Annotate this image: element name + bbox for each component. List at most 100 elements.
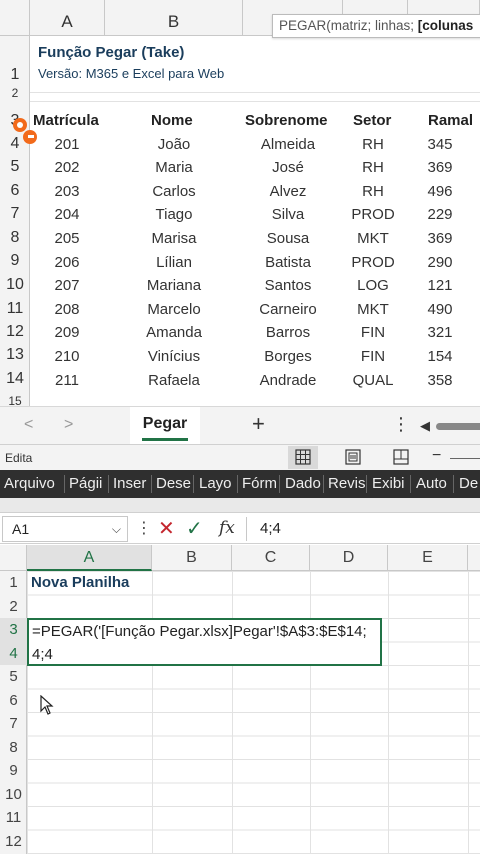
- table-cell[interactable]: 205: [32, 230, 102, 247]
- ribbon-tab-dados[interactable]: Dado: [285, 470, 323, 498]
- table-cell[interactable]: Vinícius: [114, 348, 234, 365]
- zoom-slider[interactable]: [450, 458, 480, 459]
- top-row-num[interactable]: 11: [0, 300, 30, 318]
- header-sobrenome[interactable]: Sobrenome: [245, 112, 328, 129]
- bottom-col-e[interactable]: E: [388, 545, 468, 571]
- table-cell[interactable]: Batista: [233, 254, 343, 271]
- header-nome[interactable]: Nome: [151, 112, 193, 129]
- bottom-row-num[interactable]: 4: [0, 641, 27, 665]
- table-cell[interactable]: PROD: [343, 206, 403, 223]
- table-cell[interactable]: 121: [410, 277, 470, 294]
- table-cell[interactable]: 490: [410, 301, 470, 318]
- top-row-num[interactable]: 2: [0, 86, 30, 100]
- horizontal-scrollbar[interactable]: [436, 423, 480, 430]
- table-cell[interactable]: RH: [343, 159, 403, 176]
- sheet-title[interactable]: Função Pegar (Take): [38, 44, 184, 61]
- table-cell[interactable]: 209: [32, 324, 102, 341]
- table-cell[interactable]: João: [114, 136, 234, 153]
- ribbon-tab-pagina[interactable]: Págii: [69, 470, 107, 498]
- ribbon-tab-revisao[interactable]: Revis: [328, 470, 365, 498]
- table-cell[interactable]: Andrade: [233, 372, 343, 389]
- table-cell[interactable]: Barros: [233, 324, 343, 341]
- table-cell[interactable]: 204: [32, 206, 102, 223]
- table-cell[interactable]: FIN: [343, 324, 403, 341]
- table-cell[interactable]: Silva: [233, 206, 343, 223]
- table-cell[interactable]: 496: [410, 183, 470, 200]
- table-cell[interactable]: Rafaela: [114, 372, 234, 389]
- confirm-entry-icon[interactable]: ✓: [186, 516, 203, 541]
- name-box[interactable]: A1 ⌵: [2, 516, 128, 542]
- insert-function-icon[interactable]: fx: [219, 518, 235, 538]
- ribbon-tab-formulas[interactable]: Fórm: [242, 470, 278, 498]
- top-row-num[interactable]: 10: [0, 276, 30, 294]
- bottom-row-num[interactable]: 12: [0, 830, 27, 854]
- bottom-col-b[interactable]: B: [152, 545, 232, 571]
- header-ramal[interactable]: Ramal: [428, 112, 473, 129]
- header-matricula[interactable]: Matrícula: [33, 112, 99, 129]
- ribbon-tab-inserir[interactable]: Inser: [113, 470, 150, 498]
- table-cell[interactable]: 210: [32, 348, 102, 365]
- chevron-down-icon[interactable]: ⌵: [112, 517, 121, 541]
- cell-a1-nova-planilha[interactable]: Nova Planilha: [31, 574, 129, 591]
- bottom-row-num[interactable]: 2: [0, 595, 27, 619]
- table-cell[interactable]: Santos: [233, 277, 343, 294]
- ribbon-tab-exibir[interactable]: Exibi: [372, 470, 410, 498]
- select-all-corner[interactable]: [0, 0, 30, 36]
- table-cell[interactable]: 211: [32, 372, 102, 389]
- table-cell[interactable]: 201: [32, 136, 102, 153]
- table-cell[interactable]: FIN: [343, 348, 403, 365]
- top-row-num[interactable]: 8: [0, 229, 30, 247]
- table-cell[interactable]: Borges: [233, 348, 343, 365]
- formula-input[interactable]: 4;4: [260, 520, 281, 537]
- table-cell[interactable]: 369: [410, 230, 470, 247]
- top-row-num[interactable]: 13: [0, 346, 30, 364]
- sheet-subtitle[interactable]: Versão: M365 e Excel para Web: [38, 66, 224, 81]
- add-sheet-button[interactable]: +: [252, 411, 265, 437]
- ribbon-tab-desenvolvedor[interactable]: De: [459, 470, 480, 498]
- prev-sheet-icon[interactable]: <: [24, 416, 33, 434]
- top-row-num[interactable]: 9: [0, 252, 30, 270]
- table-cell[interactable]: PROD: [343, 254, 403, 271]
- table-cell[interactable]: Sousa: [233, 230, 343, 247]
- table-cell[interactable]: Alvez: [233, 183, 343, 200]
- header-setor[interactable]: Setor: [353, 112, 391, 129]
- select-all-corner[interactable]: [0, 545, 27, 571]
- table-cell[interactable]: 206: [32, 254, 102, 271]
- ribbon-tab-desenhar[interactable]: Dese: [156, 470, 192, 498]
- bottom-row-num[interactable]: 3: [0, 618, 27, 642]
- table-cell[interactable]: RH: [343, 136, 403, 153]
- bottom-row-num[interactable]: 11: [0, 806, 27, 830]
- scroll-left-icon[interactable]: ◀: [420, 418, 430, 434]
- table-cell[interactable]: Mariana: [114, 277, 234, 294]
- bottom-row-num[interactable]: 5: [0, 665, 27, 689]
- top-row-num[interactable]: 5: [0, 158, 30, 176]
- tab-pegar[interactable]: Pegar: [130, 407, 200, 445]
- table-cell[interactable]: LOG: [343, 277, 403, 294]
- table-cell[interactable]: 369: [410, 159, 470, 176]
- table-cell[interactable]: 154: [410, 348, 470, 365]
- table-cell[interactable]: RH: [343, 183, 403, 200]
- ribbon-tab-automatizar[interactable]: Auto: [416, 470, 453, 498]
- top-row-num[interactable]: 14: [0, 370, 30, 388]
- table-cell[interactable]: 321: [410, 324, 470, 341]
- cell-edit-box[interactable]: =PEGAR('[Função Pegar.xlsx]Pegar'!$A$3:$…: [27, 618, 382, 666]
- table-cell[interactable]: QUAL: [343, 372, 403, 389]
- table-cell[interactable]: Almeida: [233, 136, 343, 153]
- bottom-row-num[interactable]: 1: [0, 571, 27, 595]
- table-cell[interactable]: 345: [410, 136, 470, 153]
- bottom-row-num[interactable]: 9: [0, 759, 27, 783]
- bottom-col-c[interactable]: C: [232, 545, 310, 571]
- ribbon-tab-layout[interactable]: Layo: [199, 470, 235, 498]
- bottom-row-num[interactable]: 8: [0, 736, 27, 760]
- top-col-b[interactable]: B: [105, 0, 243, 36]
- table-cell[interactable]: Amanda: [114, 324, 234, 341]
- table-cell[interactable]: 358: [410, 372, 470, 389]
- table-cell[interactable]: José: [233, 159, 343, 176]
- normal-view-icon[interactable]: [288, 446, 318, 469]
- cancel-entry-icon[interactable]: ✕: [158, 516, 175, 541]
- ribbon-tab-arquivo[interactable]: Arquivo: [4, 470, 64, 498]
- top-col-a[interactable]: A: [30, 0, 105, 36]
- bottom-row-num[interactable]: 6: [0, 689, 27, 713]
- more-options-icon[interactable]: ⋮: [392, 414, 410, 435]
- top-row-num[interactable]: 1: [0, 66, 30, 84]
